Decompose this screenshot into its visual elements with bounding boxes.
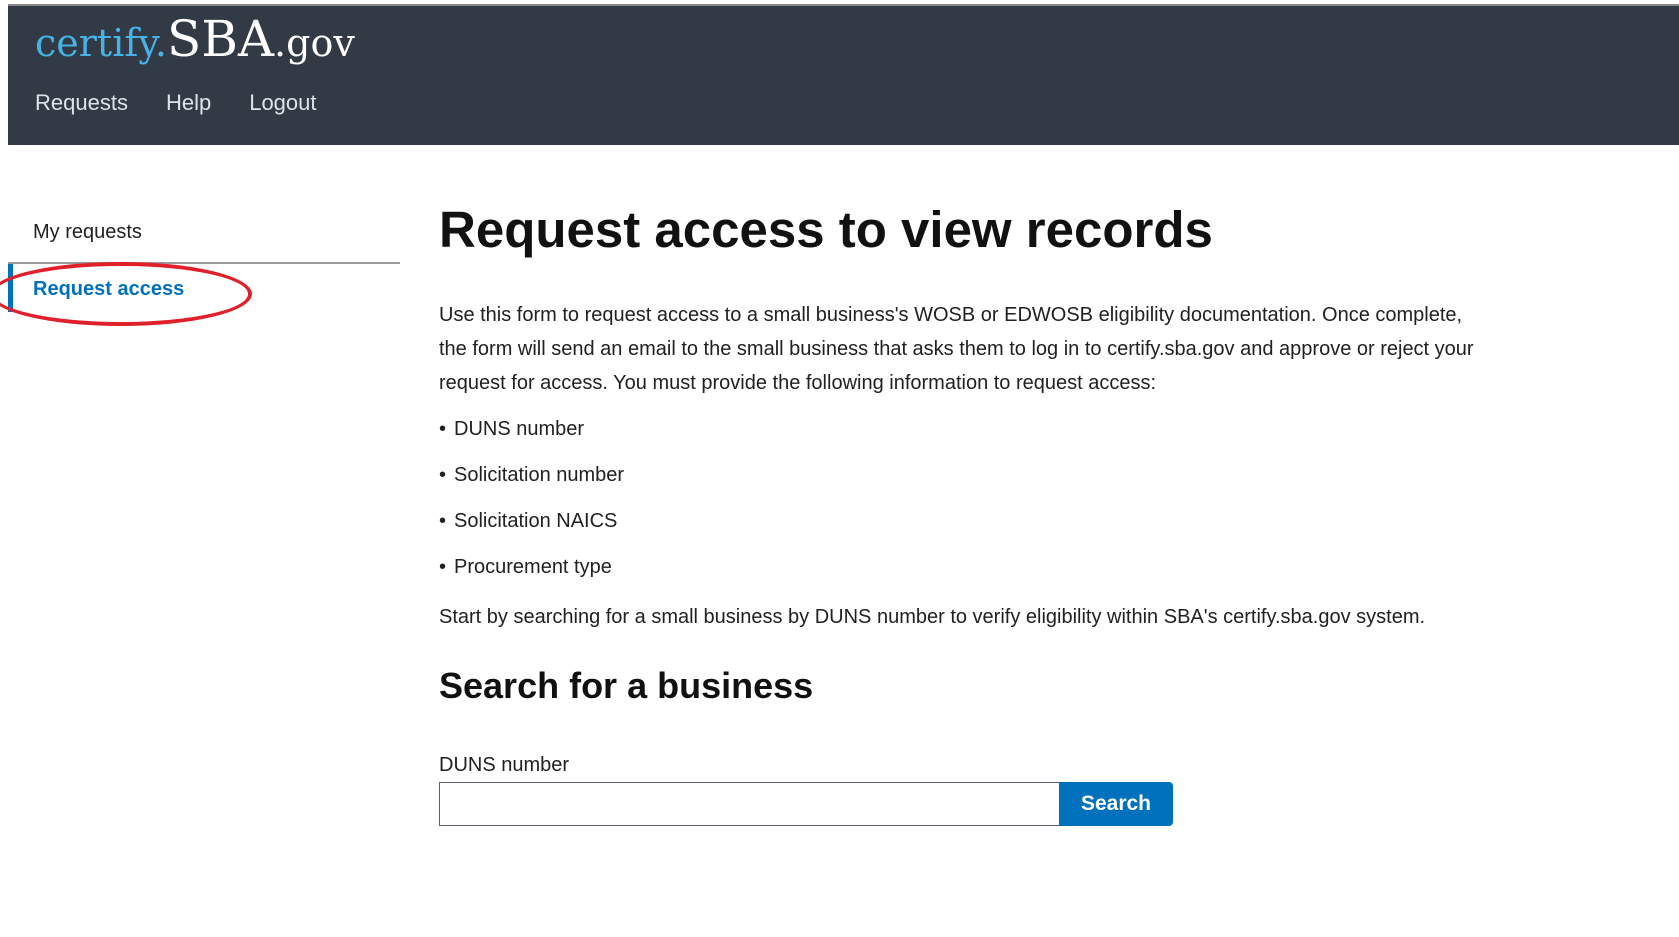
bullet-icon: •	[439, 464, 447, 486]
requirement-text: Procurement type	[454, 556, 612, 578]
main-content: Request access to view records Use this …	[439, 200, 1479, 826]
list-item: • Procurement type	[439, 554, 1479, 580]
duns-field-label: DUNS number	[439, 754, 570, 776]
logo-certify: certify.	[35, 21, 167, 65]
logo-sba: SBA	[166, 10, 275, 68]
search-button[interactable]: Search	[1059, 782, 1173, 826]
site-logo[interactable]: certify.SBA.gov	[35, 14, 355, 64]
top-nav: Requests Help Logout	[35, 90, 317, 116]
site-header: certify.SBA.gov Requests Help Logout	[8, 6, 1679, 145]
page-title: Request access to view records	[439, 201, 1213, 258]
requirement-text: Solicitation number	[454, 464, 625, 486]
bullet-icon: •	[439, 556, 447, 578]
start-paragraph: Start by searching for a small business …	[439, 606, 1426, 628]
requirement-text: Solicitation NAICS	[454, 510, 618, 532]
search-form: Search	[439, 782, 1479, 826]
nav-logout-link[interactable]: Logout	[249, 90, 316, 116]
nav-help-link[interactable]: Help	[166, 90, 211, 116]
logo-gov: .gov	[274, 21, 355, 65]
requirement-text: DUNS number	[454, 418, 585, 440]
list-item: • Solicitation NAICS	[439, 508, 1479, 534]
duns-search-input[interactable]	[439, 782, 1059, 826]
nav-requests-link[interactable]: Requests	[35, 90, 128, 116]
sidebar-nav: My requests Request access	[8, 212, 400, 312]
requirements-list: • DUNS number • Solicitation number • Solic…	[439, 416, 1479, 580]
list-item: • Solicitation number	[439, 462, 1479, 488]
list-item: • DUNS number	[439, 416, 1479, 442]
sidebar-item-request-access[interactable]: Request access	[8, 264, 400, 312]
sidebar-item-my-requests[interactable]: My requests	[8, 212, 400, 264]
bullet-icon: •	[439, 510, 447, 532]
bullet-icon: •	[439, 418, 447, 440]
intro-paragraph: Use this form to request access to a sma…	[439, 304, 1474, 394]
search-section-title: Search for a business	[439, 665, 814, 706]
